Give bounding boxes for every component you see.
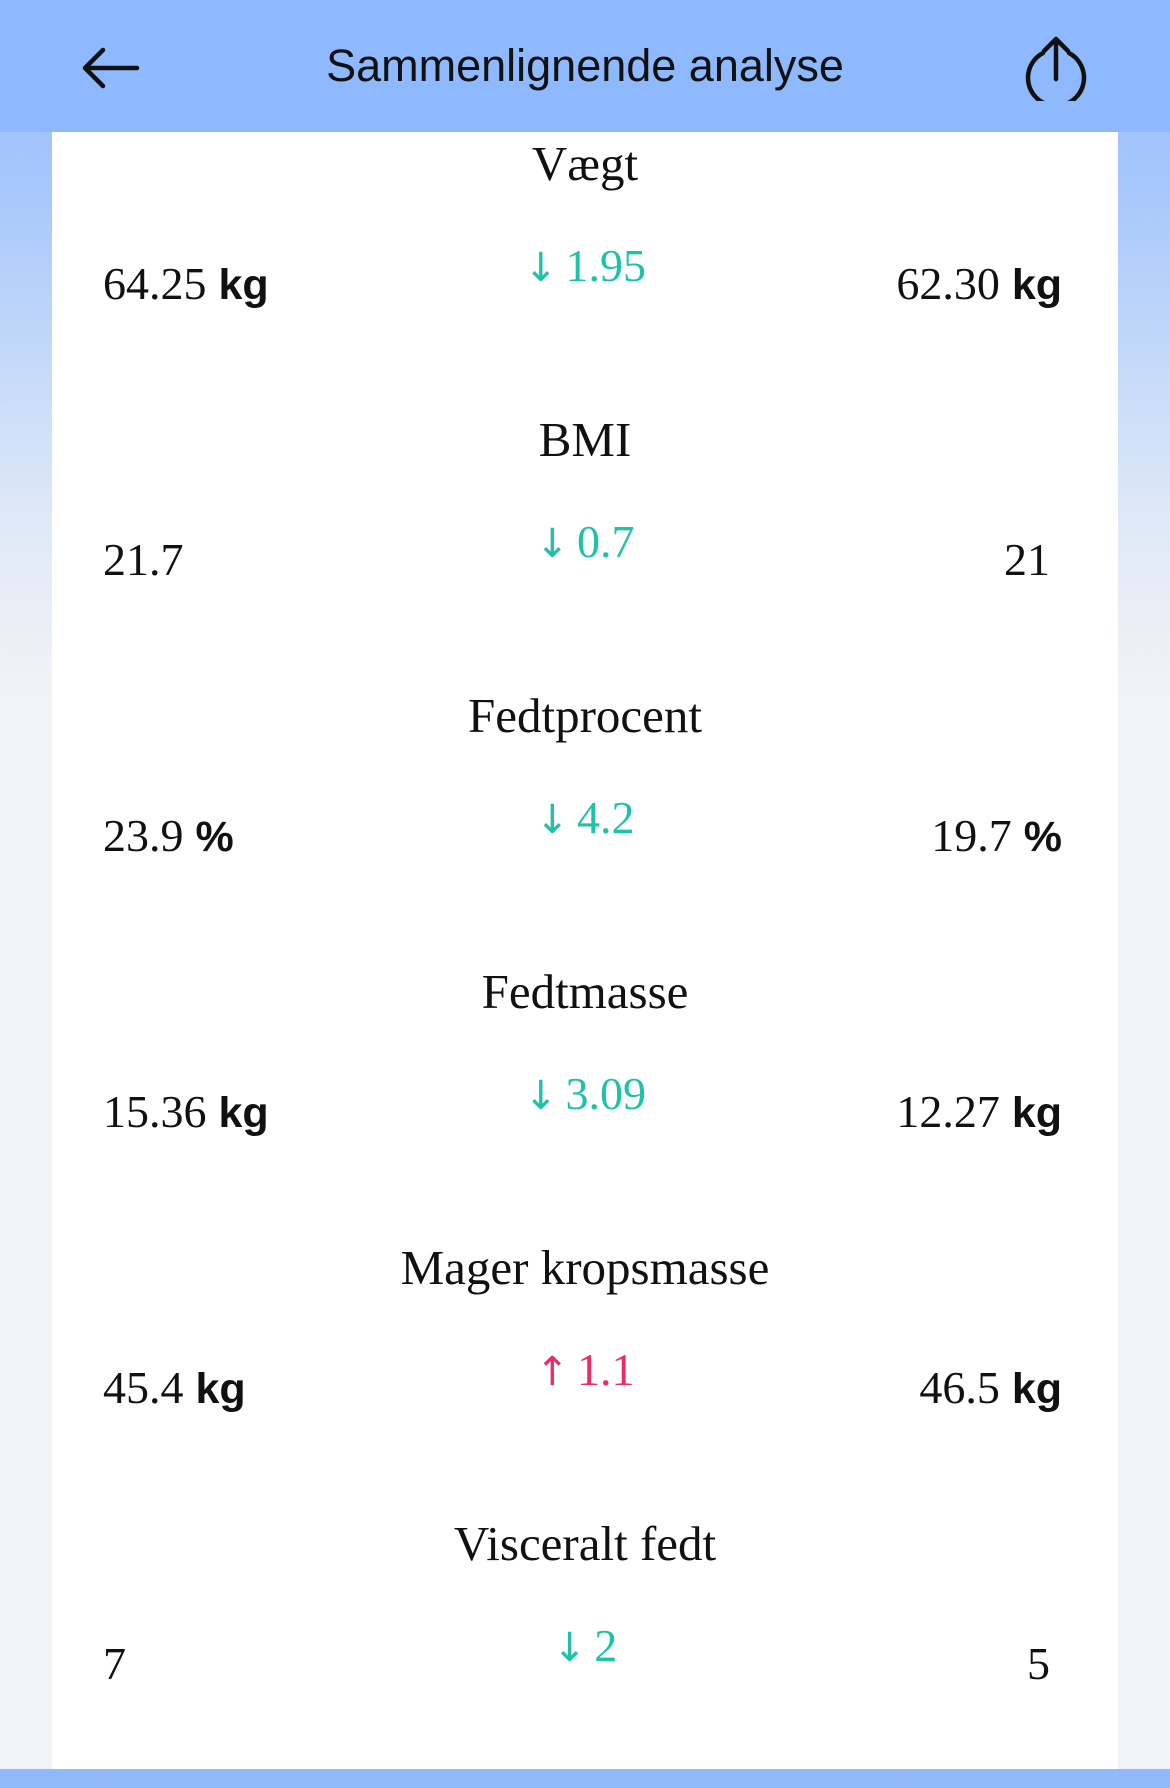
change-indicator: ↓ 0.7 (52, 512, 1118, 574)
after-value: 62.30 kg (896, 258, 1062, 309)
page-title: Sammenlignende analyse (326, 40, 844, 91)
change-value: 2 (594, 1620, 618, 1671)
unit-label: kg (1011, 1365, 1062, 1413)
change-value: 0.7 (577, 516, 635, 567)
arrow-up-icon: ↑ (535, 1349, 569, 1395)
change-value: 1.95 (565, 240, 647, 291)
comparison-card: Vægt 64.25 kg ↓ 1.95 62.30 kg BMI 21.7 ↓ 0.7… (52, 132, 1118, 1769)
change-value: 3.09 (565, 1068, 647, 1119)
after-value: 46.5 kg (919, 1362, 1062, 1413)
arrow-down-icon: ↓ (523, 245, 558, 291)
share-button[interactable] (1016, 30, 1096, 106)
metric-row-weight: Vægt 64.25 kg ↓ 1.95 62.30 kg (52, 132, 1118, 408)
arrow-left-icon (82, 47, 140, 89)
unit-label: % (1023, 813, 1062, 861)
unit-label: kg (1011, 261, 1062, 309)
top-bar: Sammenlignende analyse (0, 0, 1170, 132)
metric-name: Fedtmasse (481, 964, 689, 1019)
arrow-down-icon: ↓ (535, 797, 569, 843)
metric-row-fat-mass: Fedtmasse 15.36 kg ↓ 3.09 12.27 kg (52, 960, 1118, 1236)
change-value: 4.2 (577, 792, 635, 843)
metric-row-lean-body-mass: Mager kropsmasse 45.4 kg ↑ 1.1 46.5 kg (52, 1236, 1118, 1512)
metric-name: Vægt (531, 136, 639, 191)
share-upload-icon (1025, 36, 1087, 101)
arrow-down-icon: ↓ (523, 1073, 558, 1119)
metric-row-fat-percentage: Fedtprocent 23.9% ↓ 4.2 19.7% (52, 684, 1118, 960)
metric-name: Mager kropsmasse (400, 1240, 770, 1295)
after-value: 19.7% (931, 810, 1062, 861)
back-button[interactable] (70, 36, 150, 100)
metric-name: Fedtprocent (467, 688, 703, 743)
metric-name: BMI (538, 412, 632, 467)
unit-label: kg (1011, 1089, 1062, 1137)
arrow-down-icon: ↓ (552, 1625, 587, 1671)
metric-row-visceral-fat: Visceralt fedt 7 ↓ 2 5 (52, 1512, 1118, 1788)
after-value: 5 (1027, 1638, 1050, 1689)
metric-name: Visceralt fedt (453, 1516, 717, 1571)
after-value: 12.27 kg (896, 1086, 1062, 1137)
change-value: 1.1 (577, 1344, 635, 1395)
change-indicator: ↓ 2 (52, 1616, 1118, 1678)
arrow-down-icon: ↓ (535, 521, 569, 567)
after-value: 21 (1004, 534, 1050, 585)
metric-row-bmi: BMI 21.7 ↓ 0.7 21 (52, 408, 1118, 684)
